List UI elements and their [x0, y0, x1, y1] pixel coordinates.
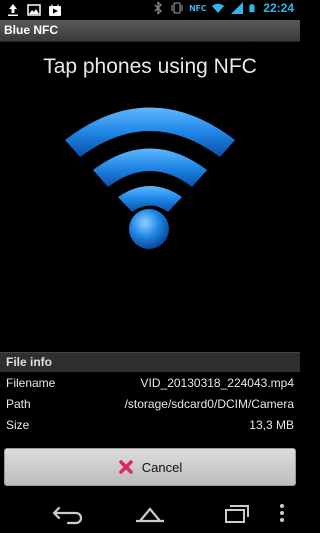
info-value: 13,3 MB	[249, 418, 294, 432]
headline: Tap phones using NFC	[43, 55, 257, 78]
menu-icon[interactable]	[272, 501, 292, 525]
app-title: Blue NFC	[4, 23, 58, 37]
battery-icon	[249, 4, 255, 13]
bluetooth-icon	[154, 1, 163, 15]
signal-icon	[231, 2, 244, 14]
info-value: /storage/sdcard0/DCIM/Camera	[124, 397, 294, 411]
info-value: VID_20130318_224043.mp4	[140, 376, 294, 390]
info-label: Filename	[6, 376, 56, 390]
nfc-wave-icon	[65, 107, 235, 249]
wifi-icon	[212, 3, 225, 14]
info-row-size: Size 13,3 MB	[0, 416, 300, 436]
vibrate-icon	[171, 2, 183, 14]
close-icon	[119, 460, 133, 474]
recent-apps-icon[interactable]	[214, 501, 254, 525]
file-info-title: File info	[6, 355, 52, 369]
home-icon[interactable]	[130, 501, 170, 525]
upload-icon	[8, 4, 18, 16]
title-bar: Blue NFC	[0, 20, 300, 42]
info-label: Size	[6, 418, 30, 432]
info-label: Path	[6, 397, 31, 411]
back-icon[interactable]	[46, 501, 86, 525]
info-row-filename: Filename VID_20130318_224043.mp4	[0, 374, 300, 394]
status-bar: NFC 22:24	[0, 0, 300, 20]
file-info-header: File info	[0, 352, 300, 372]
info-row-path: Path /storage/sdcard0/DCIM/Camera	[0, 395, 300, 415]
cancel-button[interactable]: Cancel	[4, 448, 296, 486]
navigation-bar	[0, 493, 300, 533]
clock: 22:24	[263, 1, 294, 15]
cancel-label: Cancel	[141, 459, 183, 475]
play-store-icon	[49, 4, 61, 16]
image-icon	[27, 4, 41, 16]
nfc-icon: NFC	[189, 3, 207, 13]
